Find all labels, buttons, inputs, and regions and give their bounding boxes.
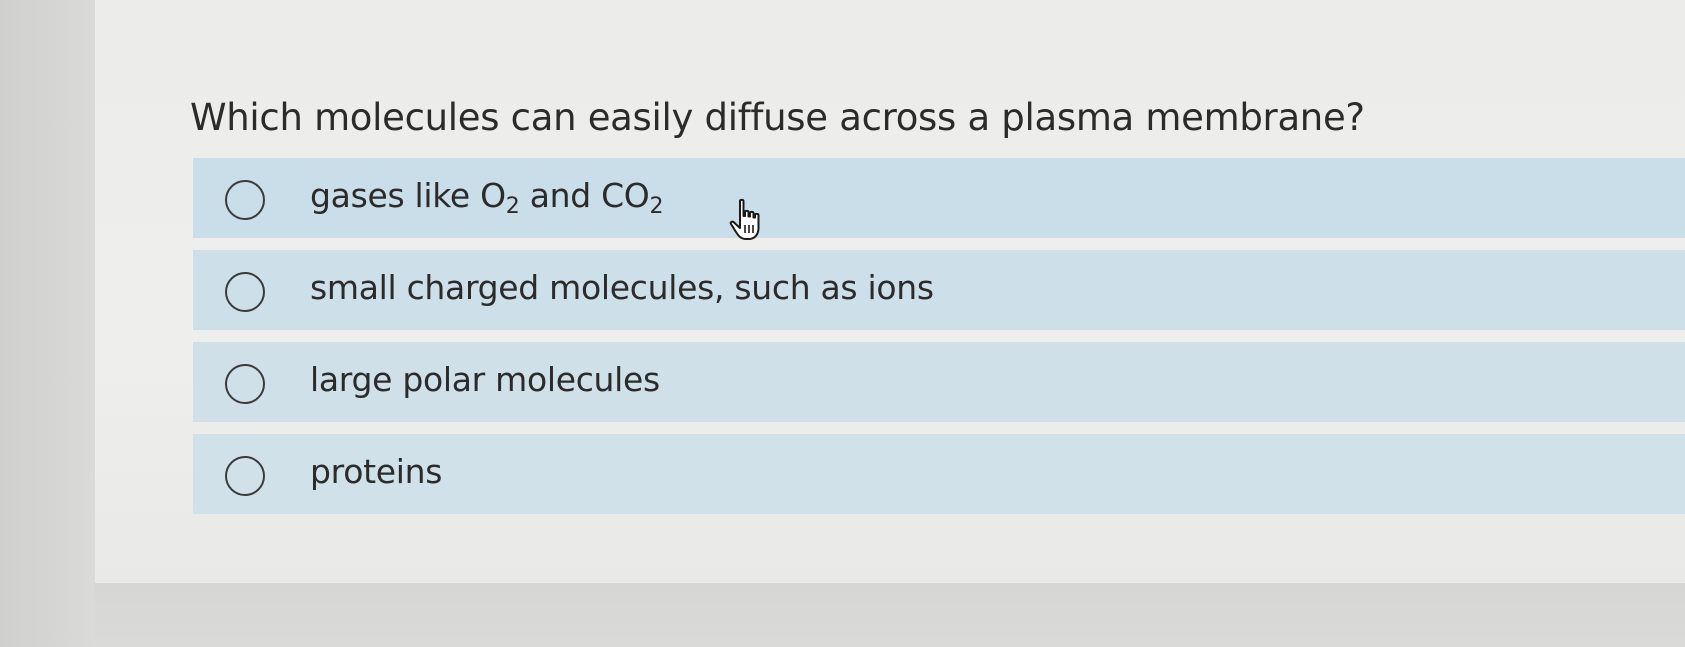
answer-options: gases like O2 and CO2 small charged mole… — [193, 158, 1685, 526]
answer-label-gases: gases like O2 and CO2 — [310, 176, 663, 218]
radio-button-gases[interactable] — [225, 180, 265, 220]
answer-option-large-polar[interactable]: large polar molecules — [193, 342, 1685, 422]
page-background — [0, 0, 95, 647]
co2-subscript: 2 — [649, 194, 664, 219]
answer-option-small-charged[interactable]: small charged molecules, such as ions — [193, 250, 1685, 330]
radio-button-small-charged[interactable] — [225, 272, 265, 312]
answer-label-large-polar: large polar molecules — [310, 360, 660, 399]
gases-label-prefix: gases like O — [310, 176, 506, 215]
answer-label-small-charged: small charged molecules, such as ions — [310, 268, 934, 307]
gases-label-mid: and CO — [519, 176, 650, 215]
radio-button-large-polar[interactable] — [225, 364, 265, 404]
card-bottom-area — [95, 583, 1685, 647]
pointer-hand-icon — [729, 198, 760, 240]
question-text: Which molecules can easily diffuse acros… — [190, 96, 1365, 139]
o2-subscript: 2 — [505, 194, 520, 219]
answer-option-gases[interactable]: gases like O2 and CO2 — [193, 158, 1685, 238]
answer-label-proteins: proteins — [310, 452, 443, 491]
radio-button-proteins[interactable] — [225, 456, 265, 496]
answer-option-proteins[interactable]: proteins — [193, 434, 1685, 514]
